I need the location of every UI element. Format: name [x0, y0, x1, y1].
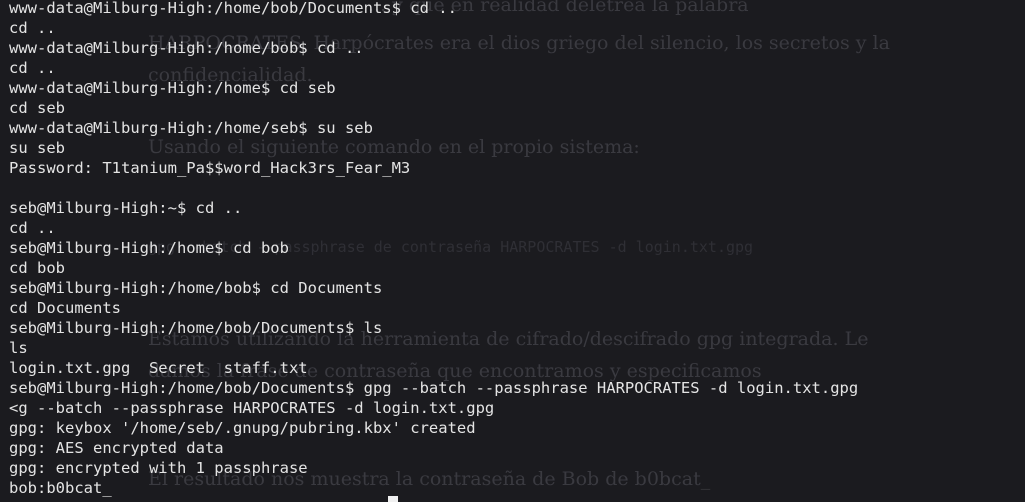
terminal-window[interactable]: www-data@Milburg-High:/home/bob/Document… — [0, 0, 1025, 502]
terminal-line: cd seb — [9, 99, 65, 117]
terminal-line: login.txt.gpg Secret staff.txt — [9, 359, 308, 377]
terminal-line: <g --batch --passphrase HARPOCRATES -d l… — [9, 399, 495, 417]
terminal-line: bob:b0bcat_ — [9, 479, 112, 497]
terminal-line: su seb — [9, 139, 65, 157]
terminal-line: cd Documents — [9, 299, 121, 317]
terminal-line: gpg: AES encrypted data — [9, 439, 224, 457]
terminal-line: ls — [9, 339, 28, 357]
terminal-line: Password: T1tanium_Pa$$word_Hack3rs_Fear… — [9, 159, 411, 177]
terminal-line: seb@Milburg-High:/home/bob/Documents$ ls — [9, 319, 383, 337]
terminal-line: cd .. — [9, 19, 56, 37]
terminal-line: seb@Milburg-High:/home$ cd bob — [9, 239, 289, 257]
terminal-line: seb@Milburg-High:/home/bob$ cd Documents — [9, 279, 383, 297]
terminal-line: cd .. — [9, 59, 56, 77]
terminal-line: seb@Milburg-High:~$ cd .. — [9, 199, 243, 217]
terminal-line: www-data@Milburg-High:/home/bob$ cd .. — [9, 39, 364, 57]
terminal-line: gpg: keybox '/home/seb/.gnupg/pubring.kb… — [9, 419, 476, 437]
terminal-line: seb@Milburg-High:/home/bob/Documents$ gp… — [9, 379, 859, 397]
terminal-line: cd bob — [9, 259, 65, 277]
terminal-cursor — [388, 496, 398, 502]
terminal-line: www-data@Milburg-High:/home/bob/Document… — [9, 0, 457, 17]
terminal-line: www-data@Milburg-High:/home/seb$ su seb — [9, 119, 373, 137]
terminal-line: www-data@Milburg-High:/home$ cd seb — [9, 79, 336, 97]
terminal-line: cd .. — [9, 219, 56, 237]
terminal-line: gpg: encrypted with 1 passphrase — [9, 459, 308, 477]
